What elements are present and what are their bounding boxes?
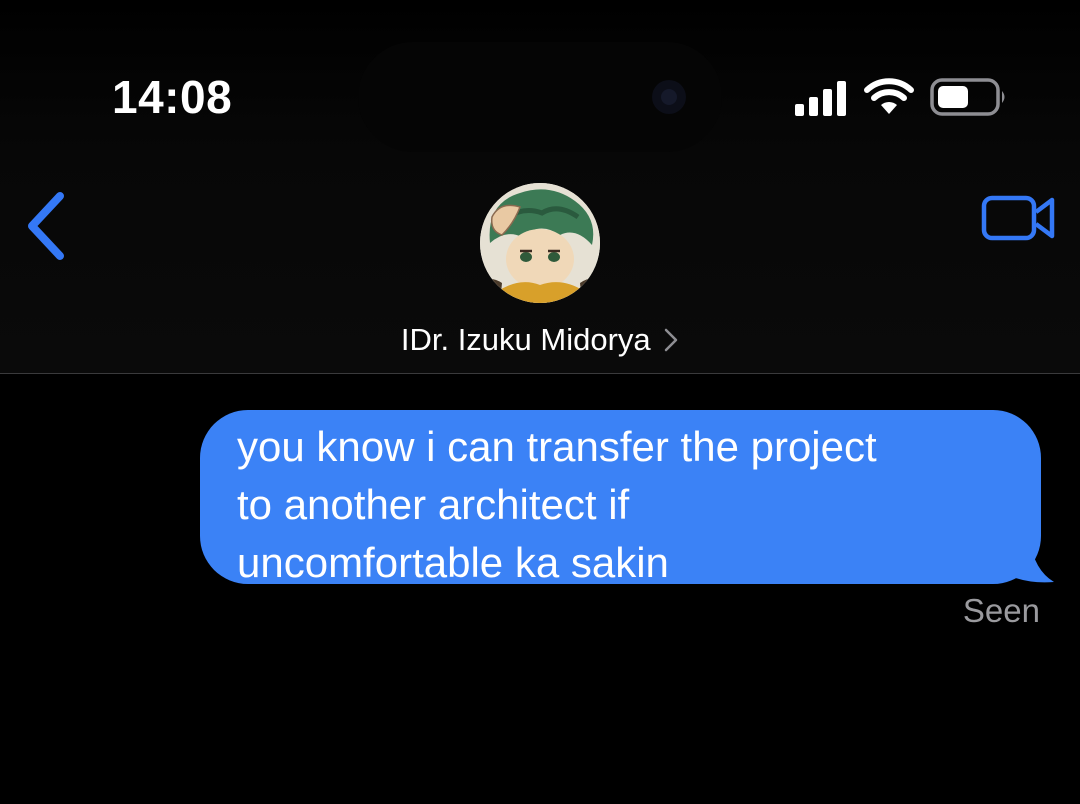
wifi-icon: [864, 78, 914, 114]
contact-name-row[interactable]: IDr. Izuku Midorya: [0, 322, 1080, 358]
status-icons: [794, 76, 1014, 120]
chevron-right-icon: [664, 328, 678, 352]
video-camera-icon: [981, 195, 1055, 241]
chevron-left-icon: [28, 192, 64, 260]
dynamic-island: [358, 42, 722, 152]
status-time: 14:08: [112, 71, 233, 123]
front-camera-icon: [652, 80, 686, 114]
battery-icon: [930, 78, 1005, 116]
signal-icon: [795, 81, 846, 116]
video-call-button[interactable]: [978, 190, 1060, 246]
outgoing-message-bubble[interactable]: you know i can transfer the project to a…: [200, 410, 1041, 586]
message-text: you know i can transfer the project to a…: [237, 423, 877, 586]
contact-avatar[interactable]: [480, 183, 600, 303]
read-receipt: Seen: [962, 592, 1040, 629]
back-button[interactable]: [18, 188, 74, 264]
header-divider: [0, 373, 1080, 374]
contact-name: IDr. Izuku Midorya: [400, 322, 651, 357]
avatar-image: [480, 183, 600, 303]
